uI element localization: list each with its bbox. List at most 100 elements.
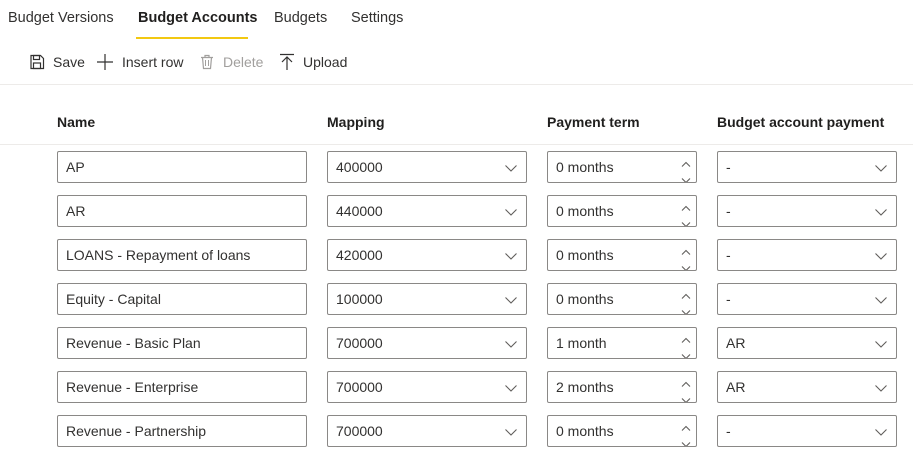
active-tab-indicator [136,37,248,39]
mapping-dropdown[interactable]: 700000 [327,327,527,359]
tab-budget-accounts[interactable]: Budget Accounts [138,10,258,26]
table-row: AP 400000 0 months - [0,151,913,183]
name-value: Equity - Capital [66,291,161,307]
chevron-down-icon [874,249,888,266]
budget-account-payment-dropdown[interactable]: AR [717,327,897,359]
spin-arrows [681,155,691,182]
mapping-value: 700000 [336,379,383,395]
mapping-dropdown[interactable]: 400000 [327,151,527,183]
payment-term-spinbutton[interactable]: 2 months [547,371,697,403]
chevron-down-icon [874,205,888,222]
toolbar-divider [0,84,913,85]
name-value: LOANS - Repayment of loans [66,247,251,263]
budget-account-payment-value: AR [726,379,746,395]
tab-budgets[interactable]: Budgets [274,10,327,26]
decrement-arrow-icon[interactable] [681,171,691,182]
table-row: Equity - Capital 100000 0 months - [0,283,913,315]
increment-arrow-icon[interactable] [681,199,691,215]
payment-term-spinbutton[interactable]: 0 months [547,151,697,183]
column-header-budget-account-payment: Budget account payment [717,114,885,130]
chevron-down-icon [874,293,888,310]
mapping-dropdown[interactable]: 700000 [327,415,527,447]
increment-arrow-icon[interactable] [681,419,691,435]
budget-account-payment-dropdown[interactable]: - [717,415,897,447]
chevron-down-icon [504,249,518,266]
budget-account-payment-dropdown[interactable]: AR [717,371,897,403]
insert-row-label: Insert row [122,54,184,70]
tab-budget-versions[interactable]: Budget Versions [8,10,114,26]
name-value: AP [66,159,85,175]
chevron-down-icon [874,161,888,178]
spin-arrows [681,243,691,270]
increment-arrow-icon[interactable] [681,155,691,171]
payment-term-value: 0 months [556,247,614,263]
chevron-down-icon [504,425,518,442]
upload-button[interactable]: Upload [279,46,347,78]
name-input[interactable]: Equity - Capital [57,283,307,315]
mapping-dropdown[interactable]: 420000 [327,239,527,271]
chevron-down-icon [504,293,518,310]
name-input[interactable]: Revenue - Enterprise [57,371,307,403]
mapping-dropdown[interactable]: 700000 [327,371,527,403]
payment-term-spinbutton[interactable]: 0 months [547,283,697,315]
increment-arrow-icon[interactable] [681,331,691,347]
name-value: AR [66,203,86,219]
decrement-arrow-icon[interactable] [681,303,691,314]
table-row: Revenue - Basic Plan 700000 1 month AR [0,327,913,359]
increment-arrow-icon[interactable] [681,243,691,259]
chevron-down-icon [504,337,518,354]
budget-account-payment-dropdown[interactable]: - [717,283,897,315]
name-input[interactable]: LOANS - Repayment of loans [57,239,307,271]
decrement-arrow-icon[interactable] [681,347,691,358]
budget-account-payment-dropdown[interactable]: - [717,151,897,183]
mapping-value: 420000 [336,247,383,263]
payment-term-spinbutton[interactable]: 0 months [547,415,697,447]
insert-row-button[interactable]: Insert row [96,46,183,78]
budget-account-payment-value: - [726,247,731,263]
mapping-dropdown[interactable]: 440000 [327,195,527,227]
name-value: Revenue - Basic Plan [66,335,201,351]
payment-term-spinbutton[interactable]: 1 month [547,327,697,359]
budget-account-payment-value: AR [726,335,746,351]
mapping-dropdown[interactable]: 100000 [327,283,527,315]
command-bar: Save Insert row Delete Upload [0,46,913,78]
delete-label: Delete [223,54,264,70]
tab-settings[interactable]: Settings [351,10,403,26]
mapping-value: 440000 [336,203,383,219]
name-input[interactable]: Revenue - Partnership [57,415,307,447]
column-header-name: Name [57,114,96,130]
decrement-arrow-icon[interactable] [681,435,691,446]
payment-term-value: 0 months [556,291,614,307]
budget-account-payment-dropdown[interactable]: - [717,195,897,227]
chevron-down-icon [874,381,888,398]
chevron-down-icon [504,205,518,222]
decrement-arrow-icon[interactable] [681,215,691,226]
increment-arrow-icon[interactable] [681,287,691,303]
table-row: Revenue - Partnership 700000 0 months - [0,415,913,447]
budget-account-payment-dropdown[interactable]: - [717,239,897,271]
name-value: Revenue - Partnership [66,423,207,439]
payment-term-value: 1 month [556,335,607,351]
name-input[interactable]: Revenue - Basic Plan [57,327,307,359]
budget-account-payment-value: - [726,423,731,439]
header-divider [0,144,913,145]
chevron-down-icon [874,337,888,354]
mapping-value: 100000 [336,291,383,307]
decrement-arrow-icon[interactable] [681,391,691,402]
spin-arrows [681,331,691,358]
increment-arrow-icon[interactable] [681,375,691,391]
payment-term-spinbutton[interactable]: 0 months [547,195,697,227]
budget-account-payment-value: - [726,203,731,219]
name-input[interactable]: AP [57,151,307,183]
name-input[interactable]: AR [57,195,307,227]
decrement-arrow-icon[interactable] [681,259,691,270]
upload-label: Upload [303,54,348,70]
trash-icon [199,54,215,70]
delete-button[interactable]: Delete [199,46,263,78]
mapping-value: 400000 [336,159,383,175]
spin-arrows [681,287,691,314]
save-button[interactable]: Save [29,46,85,78]
chevron-down-icon [504,161,518,178]
payment-term-spinbutton[interactable]: 0 months [547,239,697,271]
payment-term-value: 2 months [556,379,614,395]
